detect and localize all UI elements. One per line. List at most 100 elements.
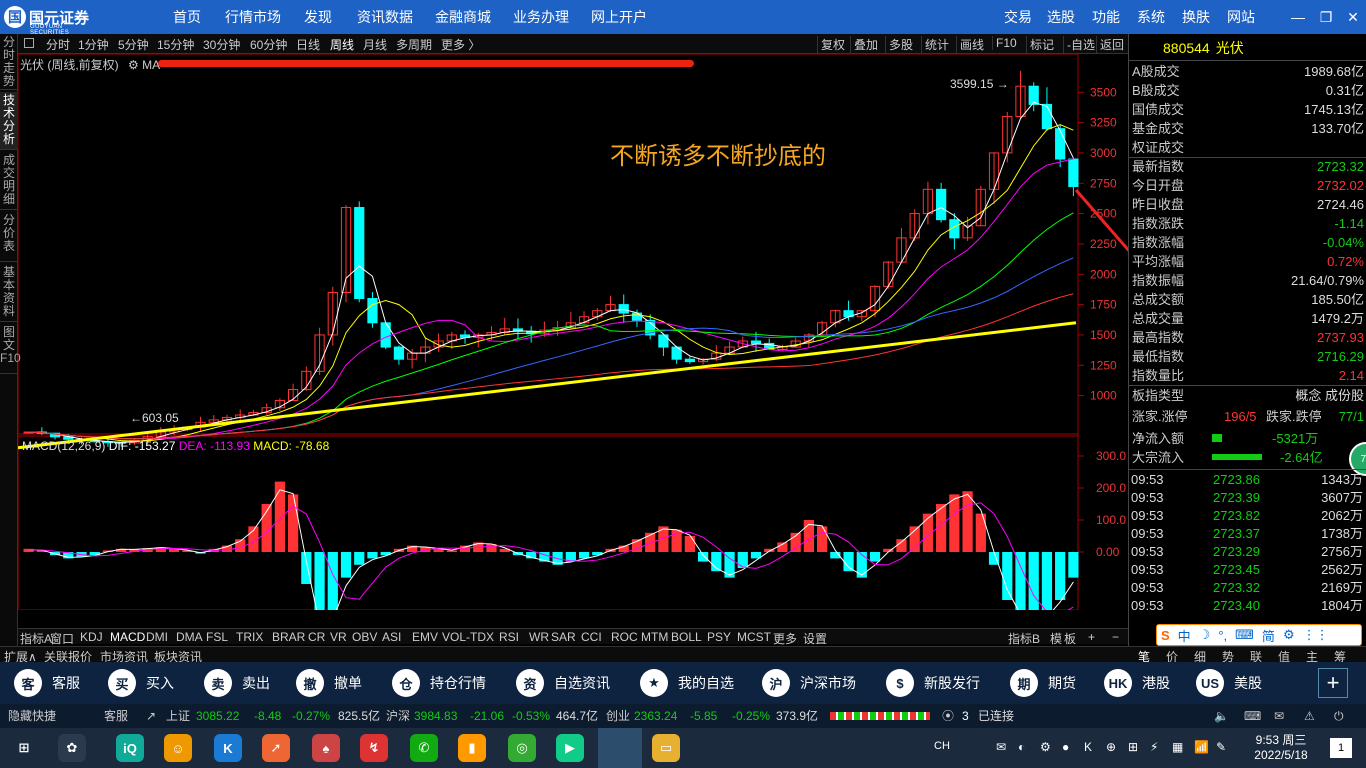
tray-icon[interactable]: ⊞ xyxy=(1128,740,1138,754)
indicator-tab-right[interactable]: − xyxy=(1112,630,1119,644)
indicator-tab[interactable]: SAR xyxy=(551,630,576,644)
power-icon[interactable]: ⏻ xyxy=(1334,704,1344,728)
indicator-tab[interactable]: PSY xyxy=(707,630,731,644)
board-type-value[interactable]: 概念 成份股 xyxy=(1295,386,1364,405)
side-tab[interactable]: 图文F10 xyxy=(0,324,21,374)
chart-tool-button[interactable]: -自选 xyxy=(1063,36,1095,53)
side-tab[interactable]: 基本资料 xyxy=(0,264,18,322)
expand-icon[interactable]: ↗ xyxy=(146,704,156,728)
top-menu-item[interactable]: 网站 xyxy=(1227,0,1255,34)
indicator-tab[interactable]: ROC xyxy=(611,630,638,644)
video-app-icon[interactable]: ▶ xyxy=(556,734,584,762)
quick-tool-button[interactable]: 买买入 xyxy=(108,662,174,704)
side-tab[interactable]: 分价表 xyxy=(0,212,18,262)
indicator-tab[interactable]: MACD xyxy=(110,630,145,644)
alert-icon[interactable]: ⚠ xyxy=(1304,704,1315,728)
indicator-tab[interactable]: MCST xyxy=(737,630,771,644)
period-tab[interactable]: 多周期 xyxy=(396,36,432,53)
indicator-tab[interactable]: BOLL xyxy=(671,630,702,644)
chart-tool-button[interactable]: F10 xyxy=(992,36,1017,50)
nav-item[interactable]: 网上开户 xyxy=(591,0,647,34)
ime-button[interactable]: 中 xyxy=(1178,626,1191,645)
indicator-tab-right[interactable]: 板 xyxy=(1064,630,1076,647)
status-service[interactable]: 客服 xyxy=(104,704,128,728)
indicator-tab[interactable]: VOL-TDX xyxy=(442,630,494,644)
chart-tool-button[interactable]: 复权 xyxy=(817,36,845,53)
period-tab[interactable]: 30分钟 xyxy=(203,36,240,53)
quick-tool-button[interactable]: 期期货 xyxy=(1010,662,1076,704)
tray-icon[interactable]: ⊕ xyxy=(1106,740,1116,754)
indicator-tab[interactable]: DMI xyxy=(146,630,168,644)
language-indicator[interactable]: CH xyxy=(934,740,950,752)
file-explorer-icon[interactable]: ▭ xyxy=(652,734,680,762)
quick-tool-button[interactable]: 卖卖出 xyxy=(204,662,270,704)
quick-tool-button[interactable]: 客客服 xyxy=(14,662,80,704)
search-icon[interactable]: ✿ xyxy=(58,734,86,762)
quick-tool-button[interactable]: $ 新股发行 xyxy=(886,662,980,704)
ime-button[interactable]: °, xyxy=(1218,628,1227,643)
chart-tool-button[interactable]: 画线 xyxy=(956,36,984,53)
indicator-tab[interactable]: 指标A xyxy=(20,630,52,647)
indicator-tab-right[interactable]: 指标B xyxy=(1008,630,1040,647)
browser-app-icon[interactable]: ➚ xyxy=(262,734,290,762)
status-hide[interactable]: 隐藏快捷 xyxy=(8,704,56,728)
minimize-icon[interactable]: — xyxy=(1285,0,1311,34)
quick-tool-button[interactable]: 沪沪深市场 xyxy=(762,662,856,704)
tray-icon[interactable]: ◐ xyxy=(1018,740,1025,754)
period-tab[interactable]: 日线 xyxy=(296,36,320,53)
period-tab[interactable]: 分时 xyxy=(46,36,70,53)
period-tab[interactable]: 5分钟 xyxy=(118,36,149,53)
indicator-tab[interactable]: FSL xyxy=(206,630,228,644)
quick-tool-button[interactable]: 资自选资讯 xyxy=(516,662,610,704)
indicator-tab[interactable]: EMV xyxy=(412,630,438,644)
ime-button[interactable]: ⌨ xyxy=(1235,627,1254,643)
nav-item[interactable]: 首页 xyxy=(173,0,201,34)
tray-icon[interactable]: ⚙ xyxy=(1040,740,1051,754)
close-icon[interactable]: ✕ xyxy=(1340,0,1366,34)
quick-tool-button[interactable]: HK 港股 xyxy=(1104,662,1170,704)
nav-item[interactable]: 资讯数据 xyxy=(357,0,413,34)
clock-date[interactable]: 2022/5/18 xyxy=(1248,748,1314,762)
notification-icon[interactable]: 1 xyxy=(1330,738,1352,758)
period-tab[interactable]: 更多 〉 xyxy=(441,36,480,53)
nav-item[interactable]: 业务办理 xyxy=(513,0,569,34)
chart-tool-button[interactable]: 叠加 xyxy=(850,36,878,53)
side-tab[interactable]: 技术分析 xyxy=(0,92,18,150)
tray-icon[interactable]: ▦ xyxy=(1172,740,1183,754)
ime-button[interactable]: 简 xyxy=(1262,626,1275,645)
quick-tool-button[interactable]: 撤撤单 xyxy=(296,662,362,704)
indicator-tab[interactable]: 窗口 xyxy=(50,630,74,647)
top-menu-item[interactable]: 换肤 xyxy=(1182,0,1210,34)
tray-icon[interactable]: ✉ xyxy=(996,740,1006,754)
ime-button[interactable]: ☽ xyxy=(1199,627,1211,643)
indicator-tab-right[interactable]: + xyxy=(1088,630,1095,644)
tray-icon[interactable]: ● xyxy=(1062,740,1069,754)
top-menu-item[interactable]: 系统 xyxy=(1137,0,1165,34)
ime-button[interactable]: ⋮⋮ xyxy=(1303,627,1329,643)
indicator-tab[interactable]: BRAR xyxy=(272,630,305,644)
period-tab[interactable]: 周线 xyxy=(330,36,354,53)
indicator-tab[interactable]: 更多 xyxy=(773,630,797,647)
indicator-tab-right[interactable]: 模 xyxy=(1050,630,1062,647)
indicator-tab[interactable]: ASI xyxy=(382,630,401,644)
chart-tool-button[interactable]: 返回 xyxy=(1096,36,1124,53)
indicator-tab[interactable]: CR xyxy=(308,630,325,644)
side-tab[interactable]: 成交明细 xyxy=(0,152,18,210)
kline-chart[interactable]: 3500325030002750250022502000175015001250… xyxy=(18,54,1128,610)
clock-time[interactable]: 9:53 周三 xyxy=(1250,731,1312,748)
add-tool-button[interactable]: + xyxy=(1318,668,1348,698)
ime-button[interactable]: ⚙ xyxy=(1283,627,1295,643)
quick-tool-button[interactable]: 仓持仓行情 xyxy=(392,662,486,704)
tray-icon[interactable]: K xyxy=(1084,740,1092,754)
quick-tool-button[interactable]: ★ 我的自选 xyxy=(640,662,734,704)
keyboard-icon[interactable]: ⌨ xyxy=(1244,704,1261,728)
folder-app-icon[interactable]: ☺ xyxy=(164,734,192,762)
period-tab[interactable]: 1分钟 xyxy=(78,36,109,53)
indicator-tab[interactable]: 设置 xyxy=(803,630,827,647)
period-tab[interactable]: 15分钟 xyxy=(157,36,194,53)
tray-icon[interactable]: 📶 xyxy=(1194,740,1209,754)
globe-app-icon[interactable]: ◎ xyxy=(508,734,536,762)
chart-tool-button[interactable]: 统计 xyxy=(921,36,949,53)
wechat-icon[interactable]: ✆ xyxy=(410,734,438,762)
indicator-tab[interactable]: RSI xyxy=(499,630,519,644)
